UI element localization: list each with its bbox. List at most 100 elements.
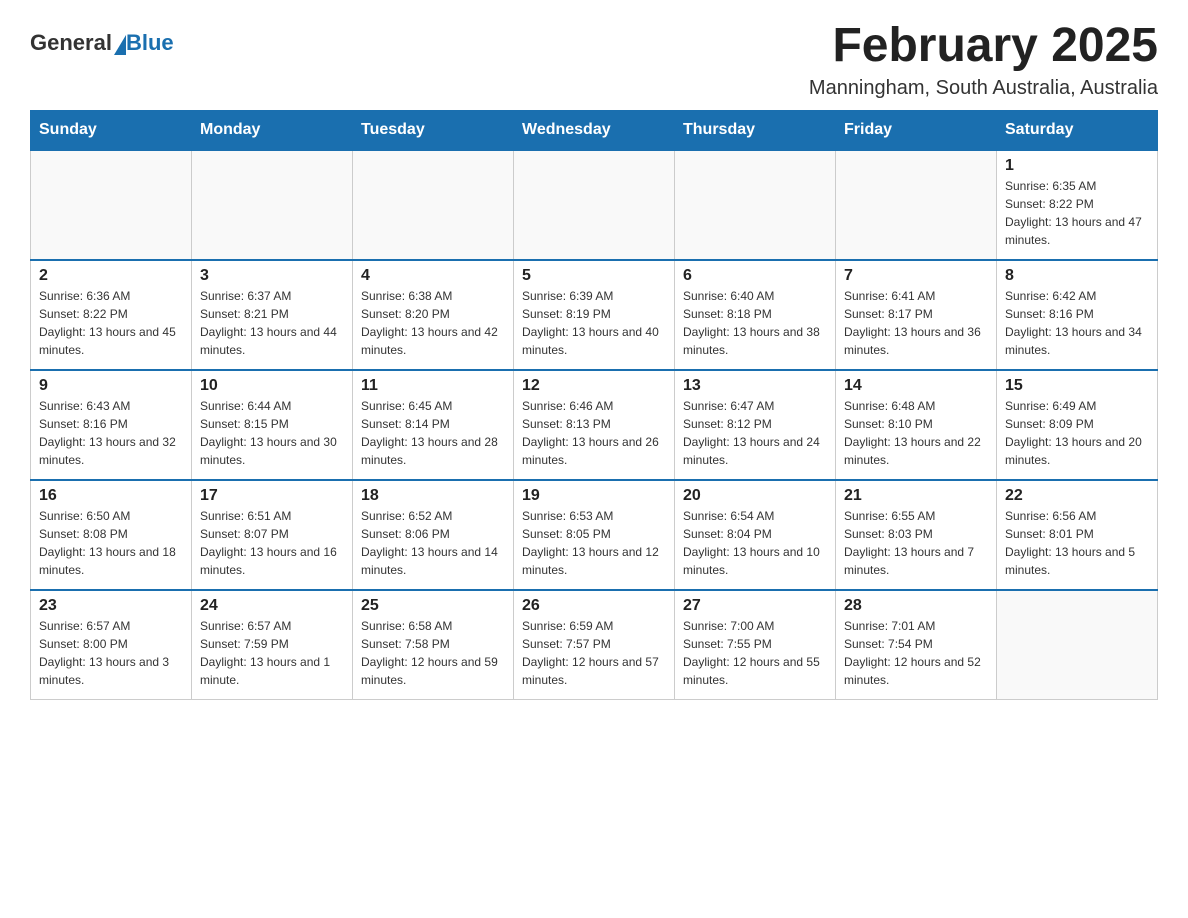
calendar-cell: 1 Sunrise: 6:35 AM Sunset: 8:22 PM Daylig… <box>997 150 1158 260</box>
calendar-cell: 23Sunrise: 6:57 AM Sunset: 8:00 PM Dayli… <box>31 590 192 700</box>
calendar-cell: 6 Sunrise: 6:40 AM Sunset: 8:18 PM Daylig… <box>675 260 836 370</box>
calendar-header-row: SundayMondayTuesdayWednesdayThursdayFrid… <box>31 110 1158 150</box>
day-info: Sunrise: 6:49 AM Sunset: 8:09 PM Dayligh… <box>1005 397 1149 469</box>
col-header-sunday: Sunday <box>31 110 192 150</box>
calendar-cell: 16 Sunrise: 6:50 AM Sunset: 8:08 PM Dayli… <box>31 480 192 590</box>
calendar-cell: 10 Sunrise: 6:44 AM Sunset: 8:15 PM Dayli… <box>192 370 353 480</box>
day-number: 13 <box>683 377 827 395</box>
week-row-1: 2 Sunrise: 6:36 AM Sunset: 8:22 PM Daylig… <box>31 260 1158 370</box>
day-info: Sunrise: 6:38 AM Sunset: 8:20 PM Dayligh… <box>361 287 505 359</box>
day-number: 28 <box>844 597 988 615</box>
day-info: Sunrise: 6:59 AM Sunset: 7:57 PM Dayligh… <box>522 617 666 689</box>
day-info: Sunrise: 6:46 AM Sunset: 8:13 PM Dayligh… <box>522 397 666 469</box>
day-info: Sunrise: 6:42 AM Sunset: 8:16 PM Dayligh… <box>1005 287 1149 359</box>
day-number: 24 <box>200 597 344 615</box>
calendar-cell: 8 Sunrise: 6:42 AM Sunset: 8:16 PM Daylig… <box>997 260 1158 370</box>
calendar-cell <box>675 150 836 260</box>
col-header-monday: Monday <box>192 110 353 150</box>
day-number: 1 <box>1005 157 1149 175</box>
day-info: Sunrise: 6:39 AM Sunset: 8:19 PM Dayligh… <box>522 287 666 359</box>
day-info: Sunrise: 6:37 AM Sunset: 8:21 PM Dayligh… <box>200 287 344 359</box>
calendar-cell: 18 Sunrise: 6:52 AM Sunset: 8:06 PM Dayli… <box>353 480 514 590</box>
calendar-cell: 25Sunrise: 6:58 AM Sunset: 7:58 PM Dayli… <box>353 590 514 700</box>
day-number: 20 <box>683 487 827 505</box>
logo-icon <box>114 35 126 55</box>
calendar-cell: 2 Sunrise: 6:36 AM Sunset: 8:22 PM Daylig… <box>31 260 192 370</box>
calendar-cell: 12 Sunrise: 6:46 AM Sunset: 8:13 PM Dayli… <box>514 370 675 480</box>
calendar-cell <box>514 150 675 260</box>
day-number: 23 <box>39 597 183 615</box>
day-info: Sunrise: 6:48 AM Sunset: 8:10 PM Dayligh… <box>844 397 988 469</box>
day-number: 25 <box>361 597 505 615</box>
calendar-cell: 9 Sunrise: 6:43 AM Sunset: 8:16 PM Daylig… <box>31 370 192 480</box>
logo: General Blue <box>30 30 174 56</box>
calendar-cell: 5 Sunrise: 6:39 AM Sunset: 8:19 PM Daylig… <box>514 260 675 370</box>
day-number: 2 <box>39 267 183 285</box>
day-number: 26 <box>522 597 666 615</box>
calendar-cell: 22 Sunrise: 6:56 AM Sunset: 8:01 PM Dayli… <box>997 480 1158 590</box>
calendar-cell: 13 Sunrise: 6:47 AM Sunset: 8:12 PM Dayli… <box>675 370 836 480</box>
calendar-cell: 19 Sunrise: 6:53 AM Sunset: 8:05 PM Dayli… <box>514 480 675 590</box>
day-info: Sunrise: 6:44 AM Sunset: 8:15 PM Dayligh… <box>200 397 344 469</box>
calendar-cell <box>192 150 353 260</box>
day-info: Sunrise: 6:56 AM Sunset: 8:01 PM Dayligh… <box>1005 507 1149 579</box>
day-info: Sunrise: 6:47 AM Sunset: 8:12 PM Dayligh… <box>683 397 827 469</box>
calendar-cell: 3Sunrise: 6:37 AM Sunset: 8:21 PM Daylig… <box>192 260 353 370</box>
calendar-cell: 4Sunrise: 6:38 AM Sunset: 8:20 PM Daylig… <box>353 260 514 370</box>
day-info: Sunrise: 6:53 AM Sunset: 8:05 PM Dayligh… <box>522 507 666 579</box>
calendar-cell <box>836 150 997 260</box>
title-block: February 2025 Manningham, South Australi… <box>809 20 1158 100</box>
day-info: Sunrise: 6:41 AM Sunset: 8:17 PM Dayligh… <box>844 287 988 359</box>
day-number: 7 <box>844 267 988 285</box>
calendar-cell: 24Sunrise: 6:57 AM Sunset: 7:59 PM Dayli… <box>192 590 353 700</box>
day-number: 6 <box>683 267 827 285</box>
day-info: Sunrise: 6:40 AM Sunset: 8:18 PM Dayligh… <box>683 287 827 359</box>
week-row-0: 1 Sunrise: 6:35 AM Sunset: 8:22 PM Daylig… <box>31 150 1158 260</box>
location-subtitle: Manningham, South Australia, Australia <box>809 77 1158 100</box>
day-number: 18 <box>361 487 505 505</box>
day-number: 15 <box>1005 377 1149 395</box>
calendar-cell: 20 Sunrise: 6:54 AM Sunset: 8:04 PM Dayli… <box>675 480 836 590</box>
calendar-cell: 14 Sunrise: 6:48 AM Sunset: 8:10 PM Dayli… <box>836 370 997 480</box>
calendar-body: 1 Sunrise: 6:35 AM Sunset: 8:22 PM Daylig… <box>31 150 1158 700</box>
day-info: Sunrise: 6:51 AM Sunset: 8:07 PM Dayligh… <box>200 507 344 579</box>
calendar-table: SundayMondayTuesdayWednesdayThursdayFrid… <box>30 110 1158 701</box>
day-info: Sunrise: 6:45 AM Sunset: 8:14 PM Dayligh… <box>361 397 505 469</box>
day-info: Sunrise: 7:01 AM Sunset: 7:54 PM Dayligh… <box>844 617 988 689</box>
page-header: General Blue February 2025 Manningham, S… <box>30 20 1158 100</box>
day-number: 22 <box>1005 487 1149 505</box>
calendar-cell: 11 Sunrise: 6:45 AM Sunset: 8:14 PM Dayli… <box>353 370 514 480</box>
day-info: Sunrise: 6:54 AM Sunset: 8:04 PM Dayligh… <box>683 507 827 579</box>
day-number: 17 <box>200 487 344 505</box>
calendar-cell: 26 Sunrise: 6:59 AM Sunset: 7:57 PM Dayli… <box>514 590 675 700</box>
day-info: Sunrise: 6:43 AM Sunset: 8:16 PM Dayligh… <box>39 397 183 469</box>
month-title: February 2025 <box>809 20 1158 73</box>
day-number: 8 <box>1005 267 1149 285</box>
week-row-4: 23Sunrise: 6:57 AM Sunset: 8:00 PM Dayli… <box>31 590 1158 700</box>
col-header-saturday: Saturday <box>997 110 1158 150</box>
day-info: Sunrise: 6:36 AM Sunset: 8:22 PM Dayligh… <box>39 287 183 359</box>
day-number: 14 <box>844 377 988 395</box>
col-header-thursday: Thursday <box>675 110 836 150</box>
day-number: 10 <box>200 377 344 395</box>
day-number: 11 <box>361 377 505 395</box>
calendar-cell: 27Sunrise: 7:00 AM Sunset: 7:55 PM Dayli… <box>675 590 836 700</box>
day-info: Sunrise: 6:35 AM Sunset: 8:22 PM Dayligh… <box>1005 177 1149 249</box>
calendar-cell: 7 Sunrise: 6:41 AM Sunset: 8:17 PM Daylig… <box>836 260 997 370</box>
week-row-2: 9 Sunrise: 6:43 AM Sunset: 8:16 PM Daylig… <box>31 370 1158 480</box>
calendar-cell <box>997 590 1158 700</box>
calendar-cell <box>31 150 192 260</box>
day-number: 5 <box>522 267 666 285</box>
calendar-cell: 15 Sunrise: 6:49 AM Sunset: 8:09 PM Dayli… <box>997 370 1158 480</box>
col-header-tuesday: Tuesday <box>353 110 514 150</box>
col-header-wednesday: Wednesday <box>514 110 675 150</box>
day-number: 19 <box>522 487 666 505</box>
calendar-cell <box>353 150 514 260</box>
day-number: 9 <box>39 377 183 395</box>
day-info: Sunrise: 7:00 AM Sunset: 7:55 PM Dayligh… <box>683 617 827 689</box>
day-number: 16 <box>39 487 183 505</box>
day-info: Sunrise: 6:52 AM Sunset: 8:06 PM Dayligh… <box>361 507 505 579</box>
calendar-cell: 28 Sunrise: 7:01 AM Sunset: 7:54 PM Dayli… <box>836 590 997 700</box>
day-number: 12 <box>522 377 666 395</box>
day-info: Sunrise: 6:50 AM Sunset: 8:08 PM Dayligh… <box>39 507 183 579</box>
